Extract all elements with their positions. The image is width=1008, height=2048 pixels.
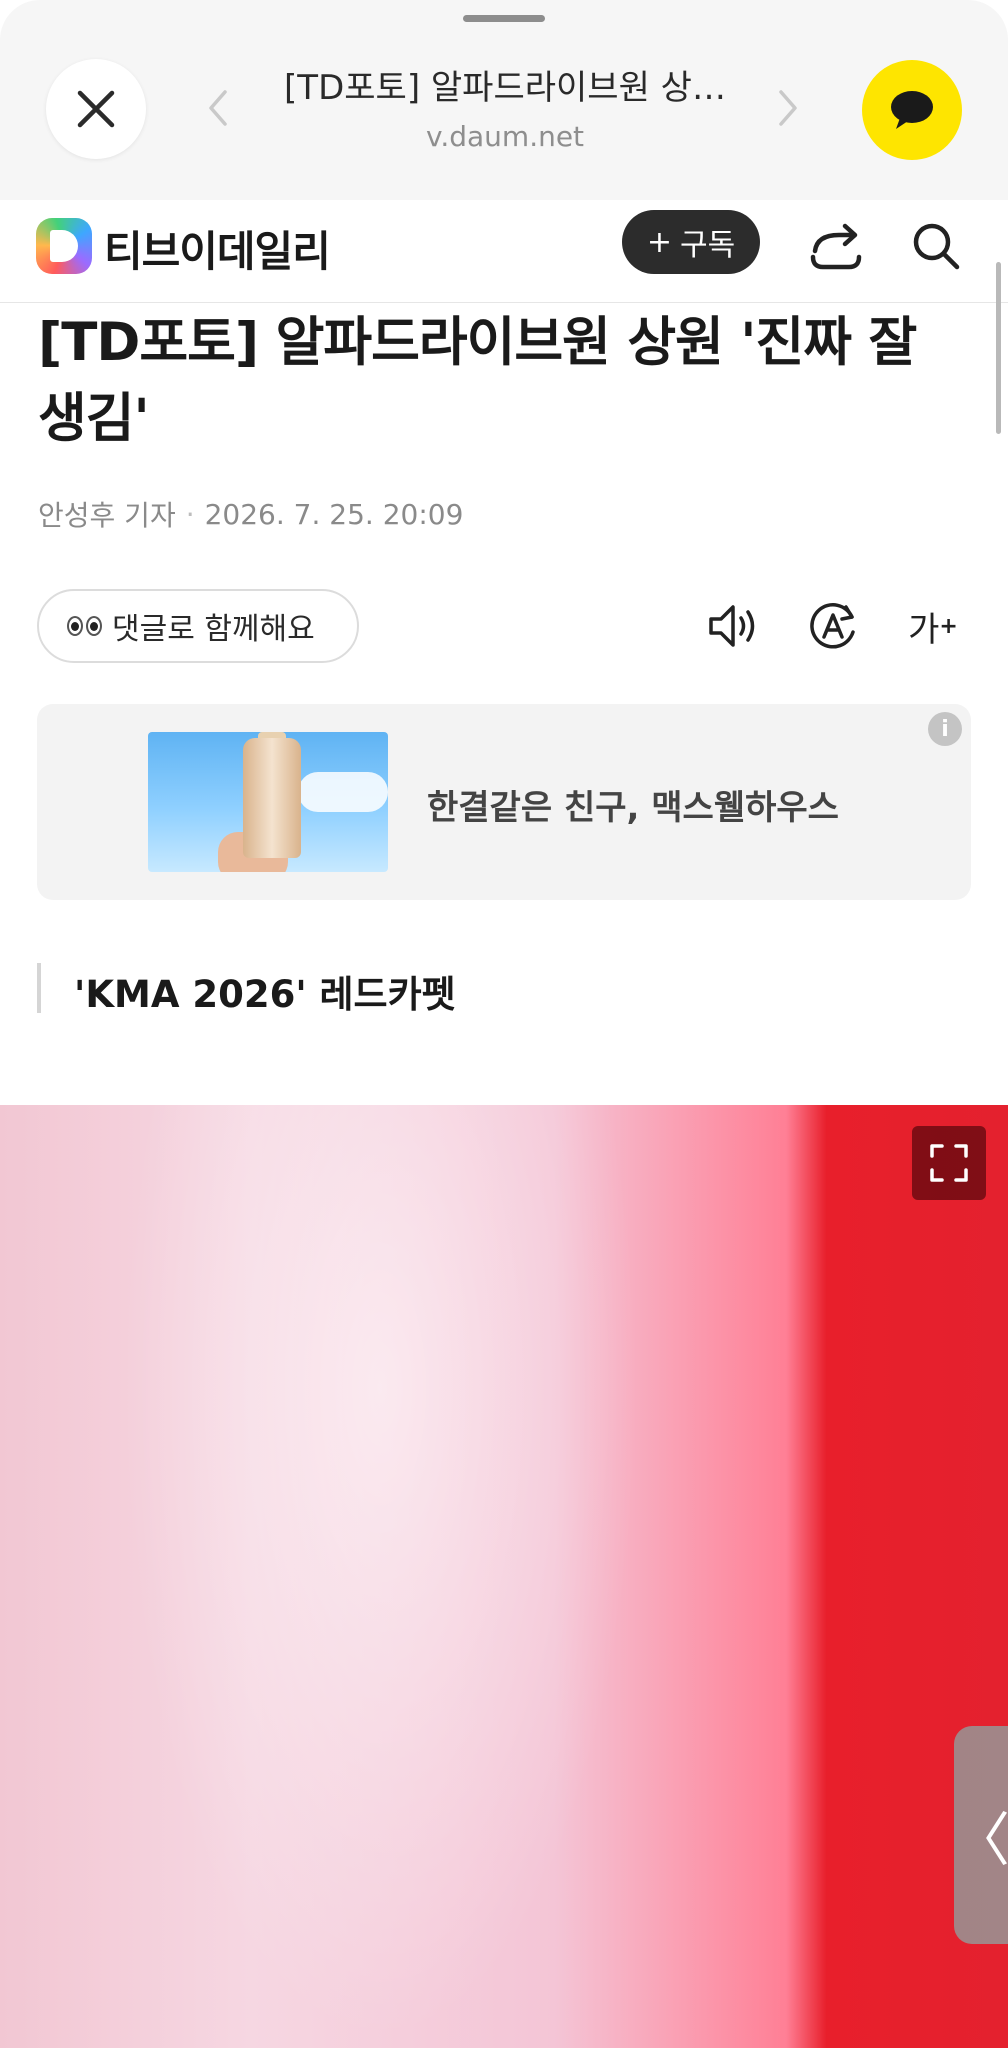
search-icon (913, 223, 960, 270)
comment-button[interactable]: 댓글로 함께해요 (37, 589, 359, 663)
sheet-grabber[interactable] (463, 15, 545, 22)
font-size-label: 가 (908, 609, 940, 650)
author[interactable]: 안성후 기자 (38, 494, 176, 534)
close-icon (77, 90, 115, 128)
page-scrollbar[interactable] (996, 262, 1001, 434)
eyes-icon (67, 616, 102, 636)
side-panel-tab[interactable]: 〈 (952, 1726, 1008, 1944)
kakaotalk-chat-icon (891, 91, 933, 129)
share-icon (810, 223, 862, 270)
ad-info-icon[interactable]: i (928, 712, 962, 746)
fullscreen-button[interactable] (912, 1126, 986, 1200)
quote-bar (37, 963, 41, 1013)
ad-banner[interactable]: 한결같은 친구, 맥스웰하우스 i (37, 704, 971, 900)
font-size-button[interactable]: 가 + (903, 596, 963, 656)
byline-separator: · (185, 497, 195, 531)
translate-button[interactable] (803, 596, 863, 656)
side-tab-chevron-icon: 〈 (952, 1806, 1008, 1874)
plus-icon: + (646, 224, 672, 260)
text-to-speech-button[interactable] (703, 596, 763, 656)
comment-label: 댓글로 함께해요 (112, 612, 315, 647)
chevron-left-icon (209, 90, 227, 126)
site-name[interactable]: 티브이데일리 (104, 218, 331, 279)
subscribe-button[interactable]: + 구독 (622, 210, 760, 274)
subscribe-label: 구독 (679, 228, 736, 263)
search-button[interactable] (906, 216, 966, 276)
forward-button[interactable] (769, 86, 809, 130)
share-button[interactable] (806, 216, 866, 276)
chevron-right-icon (779, 90, 797, 126)
article-headline: [TD포토] 알파드라이브원 상원 '진짜 잘 생김' (38, 312, 917, 449)
ad-text[interactable]: 한결같은 친구, 맥스웰하우스 (427, 780, 839, 829)
font-size-plus: + (939, 613, 958, 639)
ad-image[interactable] (148, 732, 388, 872)
page-url[interactable]: v.daum.net (260, 120, 750, 153)
browser-header: [TD포토] 알파드라이브원 상… v.daum.net (0, 0, 1008, 200)
byline: 안성후 기자 · 2026. 7. 25. 20:09 (38, 494, 463, 534)
back-button[interactable] (197, 86, 237, 130)
article-photo[interactable] (0, 1105, 1008, 2048)
kakaotalk-share-button[interactable] (862, 60, 962, 160)
article-subtitle: 'KMA 2026' 레드카펫 (74, 973, 456, 1016)
close-button[interactable] (46, 59, 146, 159)
speaker-icon (709, 605, 755, 647)
translate-icon (810, 603, 855, 649)
site-header: 티브이데일리 + 구독 (0, 200, 1008, 303)
fullscreen-icon (930, 1144, 968, 1182)
publish-datetime: 2026. 7. 25. 20:09 (204, 497, 464, 531)
page-title: [TD포토] 알파드라이브원 상… (284, 68, 726, 108)
site-logo-icon[interactable] (36, 218, 92, 274)
